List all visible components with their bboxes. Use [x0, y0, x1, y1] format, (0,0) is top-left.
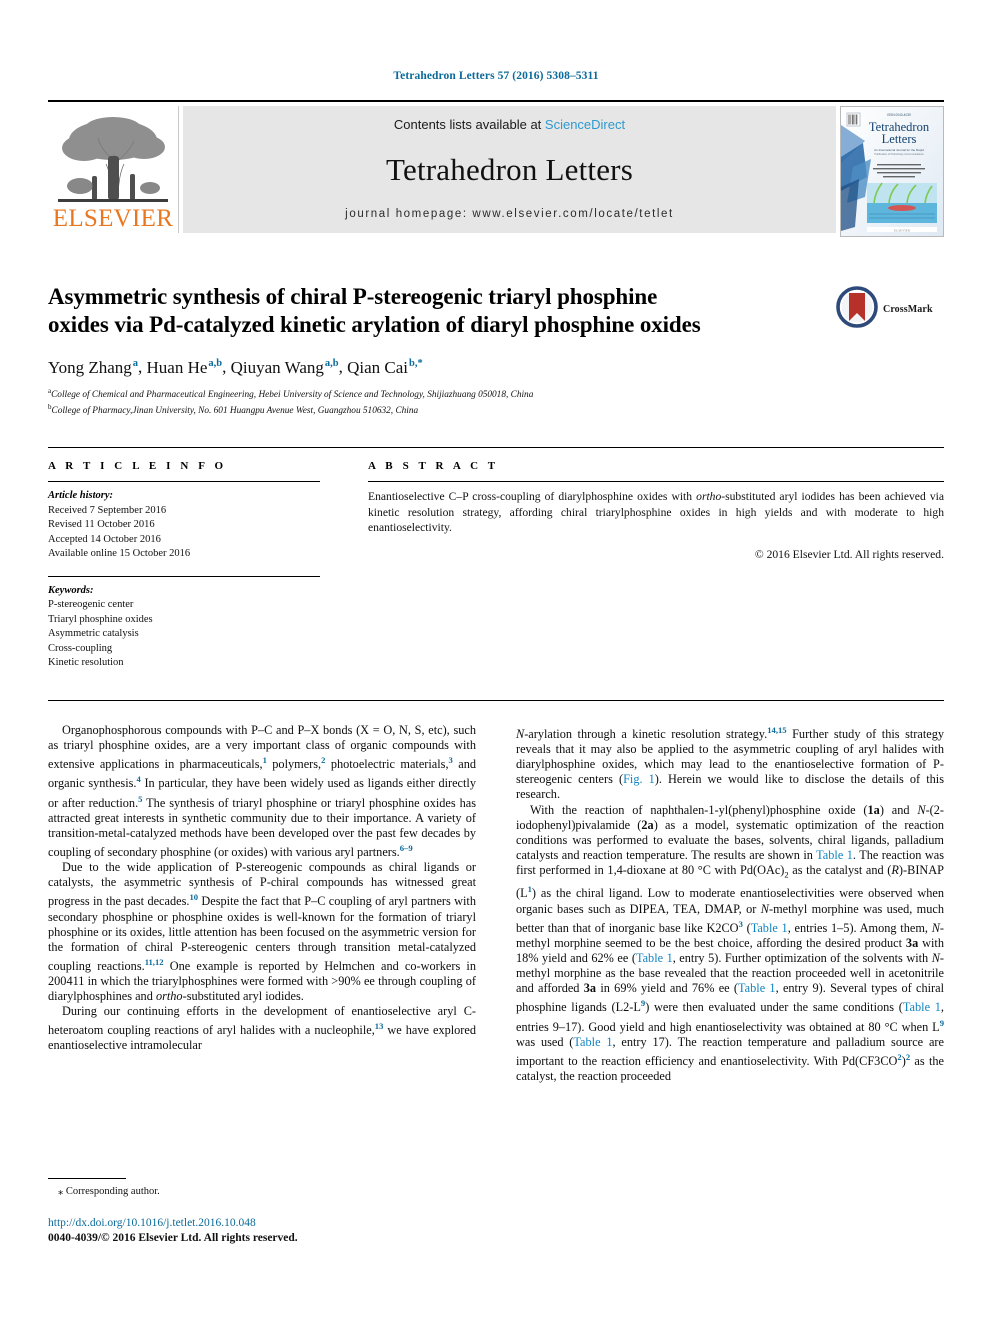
- body-column-right: N-arylation through a kinetic resolution…: [516, 723, 944, 1213]
- journal-homepage-link[interactable]: journal homepage: www.elsevier.com/locat…: [345, 208, 674, 220]
- affiliation-b: bCollege of Pharmacy,Jinan University, N…: [48, 401, 944, 418]
- divider: [48, 481, 320, 482]
- body-divider: [48, 700, 944, 701]
- author-separator: ,: [338, 357, 348, 377]
- svg-text:ELSEVIER: ELSEVIER: [894, 228, 911, 232]
- title-block: CrossMark Asymmetric synthesis of chiral…: [48, 283, 944, 418]
- author-name: Yong Zhang: [48, 357, 132, 377]
- footnote-divider: [48, 1178, 126, 1179]
- author-name: Huan He: [146, 357, 208, 377]
- author-name: Qiuyan Wang: [230, 357, 324, 377]
- keyword-item: P-stereogenic center: [48, 599, 134, 610]
- body-text: Organophosphorous compounds with P–C and…: [48, 723, 944, 1213]
- page-title: Asymmetric synthesis of chiral P-stereog…: [48, 283, 818, 339]
- author[interactable]: Yong Zhanga: [48, 358, 138, 377]
- article-page: Tetrahedron Letters 57 (2016) 5308–5311: [0, 0, 992, 1323]
- article-info-heading: A R T I C L E I N F O: [48, 460, 227, 472]
- info-abstract-region: A R T I C L E I N F O Article history: R…: [48, 447, 944, 671]
- author[interactable]: Qiuyan Wanga,b: [231, 358, 339, 377]
- keyword-item: Triaryl phosphine oxides: [48, 613, 153, 625]
- footnote-text: ⁎ Corresponding author.: [48, 1185, 476, 1198]
- issn-copyright: 0040-4039/© 2016 Elsevier Ltd. All right…: [48, 1232, 298, 1244]
- title-line-1: Asymmetric synthesis of chiral P-stereog…: [48, 284, 658, 309]
- author-separator: ,: [222, 357, 231, 377]
- article-history-label: Article history:: [48, 490, 114, 501]
- paragraph: Due to the wide application of P-stereog…: [48, 860, 476, 1004]
- crossmark-badge[interactable]: CrossMark: [836, 285, 944, 333]
- divider: [48, 575, 320, 577]
- keywords-block: Keywords: P-stereogenic center Triaryl p…: [48, 575, 320, 671]
- history-item: Accepted 14 October 2016: [48, 533, 161, 545]
- abstract-text: Enantioselective C–P cross-coupling of d…: [368, 490, 944, 535]
- history-item: Available online 15 October 2016: [48, 548, 191, 559]
- copyright-line: © 2016 Elsevier Ltd. All rights reserved…: [754, 547, 944, 561]
- divider: [368, 481, 944, 482]
- contents-prefix: Contents lists available at: [393, 117, 545, 132]
- keywords-label: Keywords:: [48, 584, 94, 596]
- svg-text:ISSN 0040-4039: ISSN 0040-4039: [887, 113, 911, 117]
- corresponding-author-footnote: ⁎ Corresponding author.: [48, 1178, 476, 1198]
- page-footer: http://dx.doi.org/10.1016/j.tetlet.2016.…: [48, 1216, 548, 1246]
- body-column-left: Organophosphorous compounds with P–C and…: [48, 723, 476, 1213]
- author-affil-marks: b,*: [408, 358, 423, 369]
- paragraph: With the reaction of naphthalen-1-yl(phe…: [516, 802, 945, 1083]
- elsevier-logo: ELSEVIER: [48, 106, 179, 233]
- author[interactable]: Qian Caib,*: [347, 358, 423, 377]
- footnote-label: Corresponding author.: [65, 1186, 160, 1197]
- svg-text:Publication of Preliminary Com: Publication of Preliminary Communication…: [874, 152, 924, 156]
- paragraph: N-arylation through a kinetic resolution…: [516, 725, 944, 802]
- journal-title: Tetrahedron Letters: [386, 152, 633, 187]
- history-item: Revised 11 October 2016: [48, 519, 155, 530]
- crossmark-label: CrossMark: [883, 303, 933, 315]
- contents-available-line: Contents lists available at ScienceDirec…: [394, 117, 625, 132]
- svg-text:An International Journal for t: An International Journal for the Rapid: [874, 148, 924, 152]
- author-name: Qian Cai: [347, 357, 408, 377]
- author-affil-marks: a,b: [208, 358, 223, 369]
- elsevier-wordmark: ELSEVIER: [52, 205, 174, 232]
- sciencedirect-link[interactable]: ScienceDirect: [545, 117, 625, 132]
- abstract-heading: A B S T R A C T: [368, 460, 499, 472]
- keyword-item: Kinetic resolution: [48, 657, 124, 668]
- abstract-column: A B S T R A C T Enantioselective C–P cro…: [368, 460, 944, 671]
- crossmark-icon: [836, 285, 878, 333]
- svg-text:Letters: Letters: [882, 132, 917, 146]
- affiliation-text: College of Pharmacy,Jinan University, No…: [51, 406, 419, 417]
- keyword-item: Cross-coupling: [48, 642, 113, 654]
- title-line-2: oxides via Pd-catalyzed kinetic arylatio…: [48, 312, 701, 337]
- elsevier-tree-icon: [54, 114, 172, 206]
- footnote-marker: ⁎: [58, 1186, 64, 1197]
- running-head: Tetrahedron Letters 57 (2016) 5308–5311: [393, 70, 599, 82]
- author-list: Yong Zhanga, Huan Hea,b, Qiuyan Wanga,b,…: [48, 353, 944, 379]
- journal-masthead: ELSEVIER Contents lists available at Sci…: [48, 100, 944, 237]
- history-item: Received 7 September 2016: [48, 504, 167, 516]
- author[interactable]: Huan Hea,b: [147, 358, 223, 377]
- journal-cover-thumbnail: ISSN 0040-4039 Tetrahedron Letters An In…: [840, 106, 944, 237]
- affiliation-a: aCollege of Chemical and Pharmaceutical …: [48, 385, 944, 402]
- journal-band: Contents lists available at ScienceDirec…: [183, 106, 836, 233]
- keyword-item: Asymmetric catalysis: [48, 628, 139, 639]
- affiliation-text: College of Chemical and Pharmaceutical E…: [51, 389, 534, 400]
- paragraph: Organophosphorous compounds with P–C and…: [48, 723, 476, 860]
- paragraph: During our continuing efforts in the dev…: [48, 1004, 477, 1053]
- author-separator: ,: [138, 357, 147, 377]
- doi-link[interactable]: http://dx.doi.org/10.1016/j.tetlet.2016.…: [48, 1216, 548, 1231]
- article-info-column: A R T I C L E I N F O Article history: R…: [48, 460, 320, 671]
- author-affil-marks: a,b: [324, 358, 339, 369]
